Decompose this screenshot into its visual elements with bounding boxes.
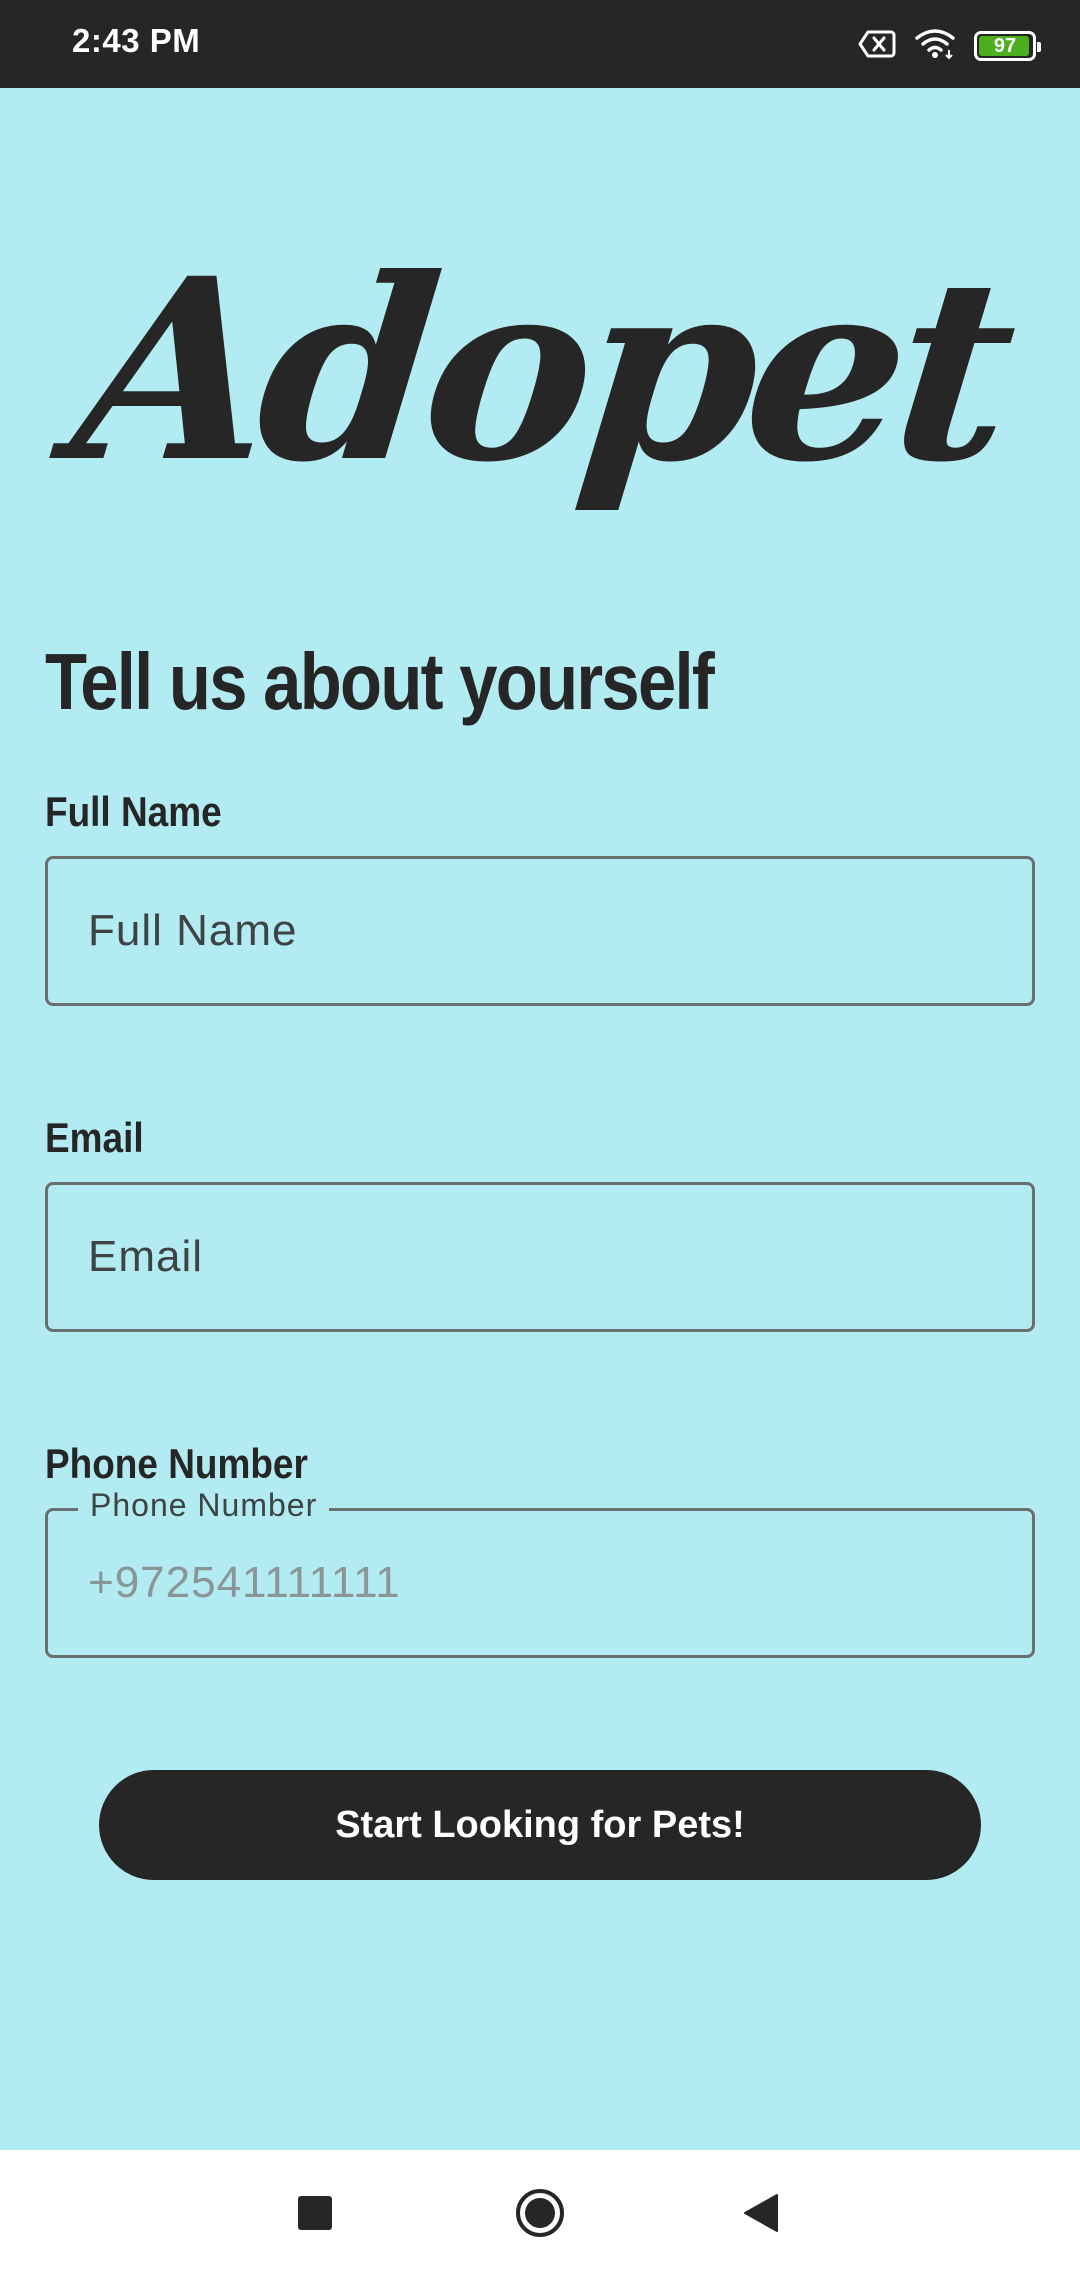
back-button[interactable]	[701, 2150, 821, 2280]
recents-square-icon	[297, 2195, 333, 2236]
battery-icon: 97	[974, 31, 1041, 61]
no-sim-icon	[858, 29, 896, 64]
recents-button[interactable]	[255, 2150, 375, 2280]
battery-tip	[1037, 42, 1041, 52]
status-bar: 2:43 PM 97	[0, 0, 1080, 88]
page-title: Tell us about yourself	[45, 637, 715, 726]
status-time: 2:43 PM	[72, 22, 201, 59]
wifi-icon	[914, 28, 956, 65]
full-name-label: Full Name	[45, 788, 222, 835]
email-input[interactable]	[48, 1185, 1032, 1329]
battery-level: 97	[993, 34, 1017, 57]
email-label: Email	[45, 1114, 144, 1161]
phone-number-input[interactable]	[48, 1511, 1032, 1655]
status-icons: 97	[858, 26, 1041, 66]
phone-number-label: Phone Number	[45, 1440, 308, 1487]
app-logo: Adopet	[0, 200, 1080, 540]
email-field-box	[45, 1182, 1035, 1332]
start-looking-button[interactable]: Start Looking for Pets!	[99, 1770, 981, 1880]
full-name-field-box	[45, 856, 1035, 1006]
system-nav-bar	[0, 2150, 1080, 2280]
home-circle-icon	[514, 2187, 566, 2244]
phone-number-field-box: Phone Number	[45, 1487, 1035, 1658]
full-name-input[interactable]	[48, 859, 1032, 1003]
logo-text: Adopet	[62, 223, 1018, 517]
home-button[interactable]	[480, 2150, 600, 2280]
back-triangle-icon	[743, 2193, 779, 2238]
